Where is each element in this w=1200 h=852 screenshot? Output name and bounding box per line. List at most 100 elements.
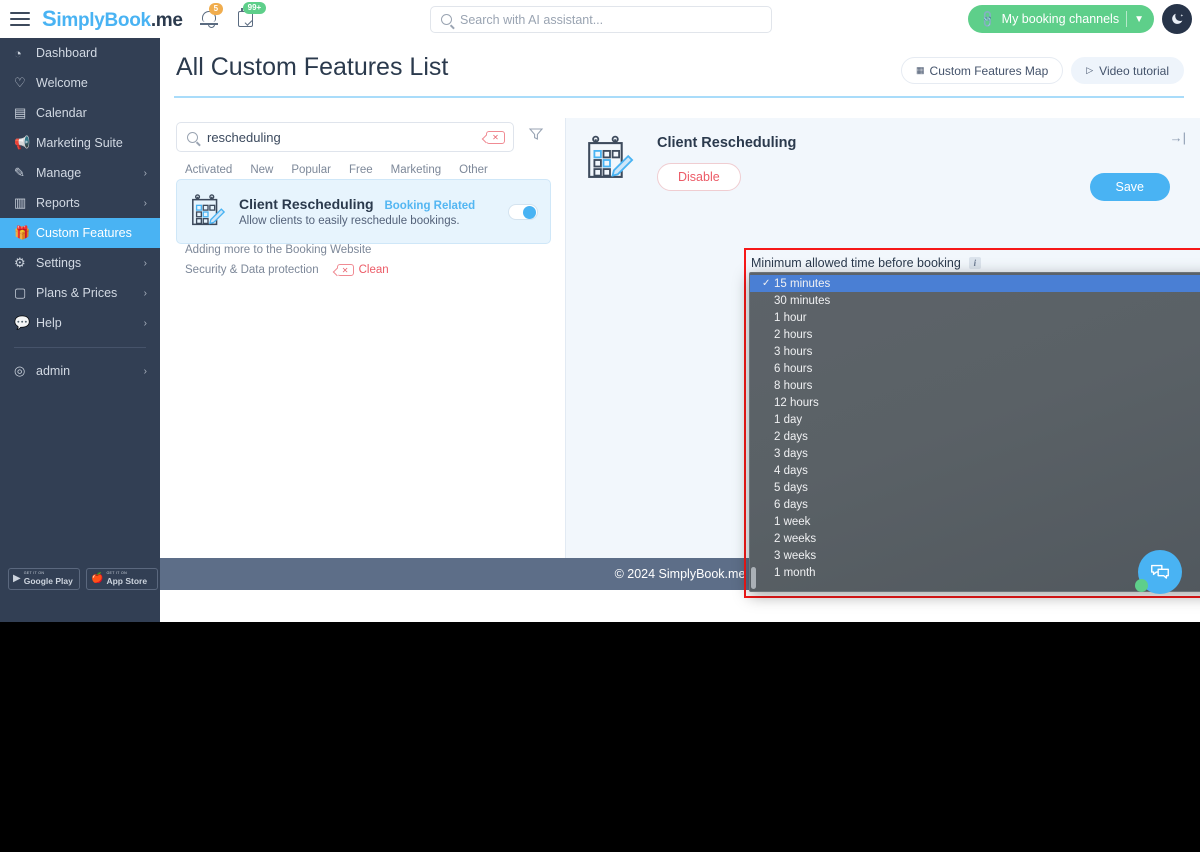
chevron-right-icon: › — [144, 366, 147, 377]
tab-row-4: Adding more to the Booking Website Secur… — [176, 240, 526, 280]
copyright-text: © 2024 SimplyBook.me — [615, 567, 746, 581]
sidebar-item-label: Manage — [36, 166, 81, 180]
dropdown-option-label: 6 hours — [774, 363, 812, 375]
tasks-button[interactable]: 99+ — [235, 8, 257, 30]
chevron-right-icon: › — [144, 318, 147, 329]
sidebar-item-calendar[interactable]: ▤ Calendar — [0, 98, 160, 128]
bulb-icon: ♡ — [14, 75, 36, 91]
sidebar-item-plans-prices[interactable]: ▢ Plans & Prices › — [0, 278, 160, 308]
sidebar-item-manage[interactable]: ✎ Manage › — [0, 158, 160, 188]
dropdown-option-list: ✓15 minutes30 minutes 1 hour 2 hours3 hour… — [750, 273, 1200, 581]
dropdown-option[interactable]: 2 weeks — [750, 530, 1200, 547]
sidebar-item-settings[interactable]: ⚙ Settings › — [0, 248, 160, 278]
dropdown-option-label: 5 days — [774, 482, 808, 494]
theme-toggle-button[interactable] — [1162, 4, 1192, 34]
feature-card-client-rescheduling[interactable]: Client Rescheduling Booking Related Allo… — [176, 179, 551, 244]
button-label: Video tutorial — [1099, 64, 1169, 78]
tab-new[interactable]: New — [241, 160, 282, 180]
feature-card-text: Client Rescheduling Booking Related Allo… — [239, 196, 508, 227]
dropdown-option-label: 15 minutes — [774, 278, 830, 290]
button-label: Custom Features Map — [930, 64, 1049, 78]
sidebar-item-help[interactable]: 💬 Help › — [0, 308, 160, 338]
dropdown-option-label: 4 days — [774, 465, 808, 477]
feature-enable-toggle[interactable] — [508, 204, 538, 220]
app-logo[interactable]: SimplyBook.me — [42, 6, 183, 32]
feature-detail-panel: Client Rescheduling Disable →| Save ⌄ ▷ … — [565, 118, 1200, 590]
dropdown-option[interactable]: 1 month — [750, 564, 1200, 581]
dropdown-option[interactable]: 3 hours — [750, 343, 1200, 360]
sidebar-item-welcome[interactable]: ♡ Welcome — [0, 68, 160, 98]
minimum-time-dropdown-popup[interactable]: ✓15 minutes30 minutes 1 hour 2 hours3 hour… — [749, 272, 1200, 592]
collapse-right-icon[interactable]: →| — [1170, 130, 1186, 145]
app-store-badge[interactable]: 🍎 GET IT ON App Store — [86, 568, 158, 590]
tab-row-1: Activated New Popular Free Marketing Oth… — [176, 160, 526, 180]
my-booking-channels-button[interactable]: 🔗 My booking channels ▼ — [968, 5, 1154, 33]
chat-widget-button[interactable] — [1138, 550, 1182, 594]
sidebar-item-custom-features[interactable]: 🎁 Custom Features — [0, 218, 160, 248]
sidebar-item-reports[interactable]: ▥ Reports › — [0, 188, 160, 218]
google-play-badge[interactable]: ▶ GET IT ON Google Play — [8, 568, 80, 590]
hamburger-icon[interactable] — [10, 12, 30, 26]
dropdown-option[interactable]: 30 minutes — [750, 292, 1200, 309]
disable-feature-button[interactable]: Disable — [657, 163, 741, 191]
online-status-dot — [1135, 579, 1148, 592]
divider — [1126, 11, 1127, 27]
tab-security-data-protection[interactable]: Security & Data protection — [176, 260, 328, 280]
sidebar-navigation: ◔ Dashboard ♡ Welcome ▤ Calendar 📢 Marke… — [0, 38, 160, 622]
logo-s: S — [42, 6, 56, 31]
moon-icon — [1170, 12, 1185, 27]
dropdown-option-label: 3 weeks — [774, 550, 816, 562]
video-tutorial-button[interactable]: ▷ Video tutorial — [1071, 57, 1184, 84]
dropdown-option[interactable]: 5 days — [750, 479, 1200, 496]
dropdown-option[interactable]: ✓15 minutes — [750, 275, 1200, 292]
save-button-top[interactable]: Save — [1090, 173, 1171, 201]
sidebar-item-admin[interactable]: ◎ admin › — [0, 356, 160, 386]
clean-filters-button[interactable]: ✕ Clean — [328, 260, 398, 280]
gauge-icon: ◔ — [14, 46, 36, 61]
feature-card-title-row: Client Rescheduling Booking Related — [239, 196, 508, 212]
dropdown-option[interactable]: 8 hours — [750, 377, 1200, 394]
sidebar-item-label: Calendar — [36, 106, 87, 120]
chevron-right-icon: › — [144, 258, 147, 269]
dropdown-option-label: 12 hours — [774, 397, 819, 409]
tab-activated[interactable]: Activated — [176, 160, 241, 180]
dropdown-option[interactable]: 4 days — [750, 462, 1200, 479]
sidebar-item-marketing-suite[interactable]: 📢 Marketing Suite — [0, 128, 160, 158]
sidebar-item-label: Dashboard — [36, 46, 97, 60]
dropdown-option[interactable]: 1 week — [750, 513, 1200, 530]
dropdown-option-label: 1 hour — [774, 312, 807, 324]
tab-marketing[interactable]: Marketing — [382, 160, 451, 180]
dropdown-option[interactable]: 2 hours — [750, 326, 1200, 343]
chart-icon: ▥ — [14, 195, 36, 211]
dropdown-option[interactable]: 1 day — [750, 411, 1200, 428]
tab-other[interactable]: Other — [450, 160, 497, 180]
tab-popular[interactable]: Popular — [282, 160, 340, 180]
dropdown-option[interactable]: 1 hour — [750, 309, 1200, 326]
user-circle-icon: ◎ — [14, 363, 36, 379]
dropdown-option[interactable]: 6 days — [750, 496, 1200, 513]
sidebar-item-dashboard[interactable]: ◔ Dashboard — [0, 38, 160, 68]
ai-search-input[interactable]: Search with AI assistant... — [430, 6, 772, 33]
chevron-down-icon[interactable]: ▼ — [1134, 14, 1144, 25]
dropdown-option[interactable]: 2 days — [750, 428, 1200, 445]
custom-features-map-button[interactable]: ▦ Custom Features Map — [901, 57, 1063, 84]
dropdown-scrollbar[interactable] — [751, 567, 756, 589]
minimum-time-field-label: Minimum allowed time before booking i — [751, 256, 981, 270]
clear-search-icon[interactable]: ✕ — [486, 131, 505, 144]
disable-label: Disable — [678, 170, 720, 184]
app-store-badges: ▶ GET IT ON Google Play 🍎 GET IT ON App … — [8, 568, 158, 590]
notifications-button[interactable]: 5 — [199, 8, 221, 30]
info-icon[interactable]: i — [969, 257, 981, 269]
dropdown-option[interactable]: 12 hours — [750, 394, 1200, 411]
calendar-icon: ▤ — [14, 105, 36, 121]
grid-icon: ▦ — [916, 65, 924, 76]
dropdown-option[interactable]: 6 hours — [750, 360, 1200, 377]
feature-card-category: Booking Related — [384, 200, 475, 212]
tab-free[interactable]: Free — [340, 160, 382, 180]
logo-simplybook: implyBook — [56, 10, 150, 31]
dropdown-option[interactable]: 3 days — [750, 445, 1200, 462]
feature-search-input[interactable]: rescheduling ✕ — [176, 122, 514, 152]
dropdown-option-label: 8 hours — [774, 380, 812, 392]
filter-icon[interactable] — [528, 126, 544, 147]
dropdown-option[interactable]: 3 weeks — [750, 547, 1200, 564]
